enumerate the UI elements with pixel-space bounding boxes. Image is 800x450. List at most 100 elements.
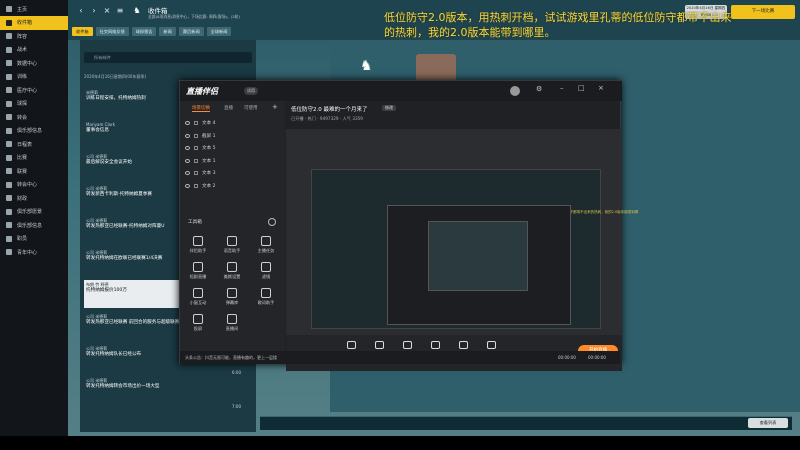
lock-icon[interactable] (194, 158, 198, 163)
nav-item[interactable]: 日程表 (0, 137, 68, 151)
view-list-button[interactable]: 查看列表 (748, 418, 788, 428)
tool-button[interactable]: 直播间 (217, 314, 247, 332)
scene-item[interactable]: 文本 3 (185, 167, 280, 179)
settings-icon[interactable]: ⚙ (536, 85, 542, 93)
visibility-eye-icon[interactable] (185, 183, 190, 188)
back-arrow-icon[interactable]: ‹ (76, 6, 86, 16)
nav-item[interactable]: 数据中心 (0, 56, 68, 70)
menu-icon[interactable]: ≡ (115, 6, 125, 16)
tab-inbox-filter[interactable]: 赛后新闻 (178, 27, 204, 36)
message-time: 6:00 (232, 370, 241, 375)
tab-available[interactable]: 可使用 (244, 105, 258, 111)
close-window-icon[interactable]: × (598, 84, 604, 92)
nav-item-icon (6, 181, 12, 188)
lock-icon[interactable] (194, 121, 198, 125)
close-icon[interactable]: × (102, 6, 112, 16)
nav-item[interactable]: 俱乐部信息 (0, 124, 68, 138)
scene-item[interactable]: 文本 5 (185, 142, 280, 154)
tool-icon (193, 288, 203, 298)
tool-button[interactable]: 滤镜 (251, 262, 281, 280)
forward-arrow-icon[interactable]: › (89, 6, 99, 16)
tool-label: 直播间 (225, 326, 239, 331)
tool-button[interactable]: 短剧直播 (183, 262, 213, 280)
nav-item[interactable]: 转会中心 (0, 178, 68, 192)
tool-label: 弹幕库 (225, 300, 239, 305)
stream-app-logo: 直播伴侣 (186, 87, 218, 96)
nav-item[interactable]: 医疗中心 (0, 83, 68, 97)
nav-item[interactable]: 转会 (0, 110, 68, 124)
more-tools-icon[interactable] (268, 218, 276, 226)
tool-button[interactable]: 小窗互动 (183, 288, 213, 306)
nav-item-label: 医疗中心 (17, 87, 38, 94)
scene-item[interactable]: 文本 4 (185, 117, 280, 129)
visibility-eye-icon[interactable] (185, 121, 190, 125)
nav-item[interactable]: 青年中心 (0, 245, 68, 259)
tab-inbox-filter[interactable]: 社交网络反馈 (95, 27, 129, 36)
nav-item[interactable]: 俱乐部愿景 (0, 205, 68, 219)
tool-button[interactable]: 美颜设置 (217, 262, 247, 280)
tool-button[interactable]: 歌词助手 (251, 288, 281, 306)
edit-title-button[interactable]: 修改 (382, 105, 396, 111)
visibility-eye-icon[interactable] (185, 158, 190, 163)
lock-icon[interactable] (194, 133, 198, 138)
nav-item[interactable]: 职员 (0, 232, 68, 246)
user-avatar[interactable] (510, 86, 520, 96)
nav-item-label: 球探 (17, 101, 28, 107)
tool-label: 主播任务 (257, 248, 275, 253)
visibility-eye-icon[interactable] (185, 133, 190, 138)
tool-button[interactable]: 投屏 (183, 314, 213, 332)
next-match-button[interactable]: 下一场比赛 (731, 5, 795, 19)
lock-icon[interactable] (194, 146, 198, 150)
tool-icon (261, 288, 271, 298)
message-subject: 转发托特纳姆转会市场出价一场大型 (86, 384, 160, 389)
nav-item-icon (6, 73, 12, 80)
tool-button[interactable]: 伴侣助手 (183, 236, 213, 254)
stream-overlay-text: 低位防守2.0版本，用热刺开档，试试游戏里孔蒂的低位防守都带不出来的热刺，我的2… (384, 11, 732, 39)
maximize-icon[interactable]: □ (578, 84, 585, 92)
nav-item-label: 比赛 (17, 155, 28, 161)
nav-item[interactable]: 收件箱 (0, 15, 68, 30)
nav-item-label: 训练 (17, 74, 28, 80)
nav-item-label: 俱乐部信息 (17, 128, 43, 134)
nav-item[interactable]: 俱乐部信息 (0, 218, 68, 232)
visibility-eye-icon[interactable] (185, 171, 190, 175)
nav-item[interactable]: 主页 (0, 2, 68, 16)
tool-icon (261, 262, 271, 272)
nav-item[interactable]: 战术 (0, 43, 68, 57)
tab-scenes[interactable]: 场景切换 (192, 105, 210, 112)
tool-button[interactable]: 语音助手 (217, 236, 247, 254)
lock-icon[interactable] (194, 183, 198, 188)
nav-item-icon (6, 222, 12, 228)
nav-item[interactable]: 阵容 (0, 29, 68, 43)
taskbar (0, 436, 800, 450)
search-input[interactable]: 所有邮件 (84, 52, 252, 63)
tool-icon (261, 236, 271, 246)
tab-inbox-filter[interactable]: 收件箱 (72, 27, 93, 36)
tab-live[interactable]: 直播 (224, 105, 233, 111)
tool-button[interactable]: 弹幕库 (217, 288, 247, 306)
club-crest-icon: ♞ (133, 6, 141, 15)
nav-item[interactable]: 财政 (0, 191, 68, 205)
tab-inbox-filter[interactable]: 球探报告 (131, 27, 157, 36)
nav-item[interactable]: 训练 (0, 70, 68, 84)
tab-inbox-filter[interactable]: 新闻 (159, 27, 176, 36)
tool-icon (227, 236, 237, 246)
scene-item[interactable]: 文本 2 (185, 180, 280, 192)
nav-item-icon (6, 33, 12, 39)
lock-icon[interactable] (194, 171, 198, 175)
tab-inbox-filter[interactable]: 全球新闻 (206, 27, 232, 36)
tool-button[interactable]: 主播任务 (251, 236, 281, 254)
add-scene-icon[interactable]: + (272, 103, 278, 111)
nav-item-icon (6, 154, 12, 161)
scene-item[interactable]: 文本 1 (185, 155, 280, 167)
nav-item[interactable]: 联赛 (0, 164, 68, 178)
visibility-eye-icon[interactable] (185, 146, 190, 150)
scene-item[interactable]: 截屏 1 (185, 130, 280, 142)
bottom-bar (260, 416, 792, 430)
stream-titlebar: 直播伴侣 试用 ⚙ – □ × (180, 81, 622, 101)
minimize-icon[interactable]: – (560, 84, 564, 92)
message-item[interactable]: 公司 米德莉 转发托特纳姆转会市场出价一场大型 (84, 376, 252, 404)
tool-label: 投屏 (193, 326, 203, 331)
nav-item[interactable]: 比赛 (0, 151, 68, 165)
nav-item[interactable]: 球探 (0, 97, 68, 111)
